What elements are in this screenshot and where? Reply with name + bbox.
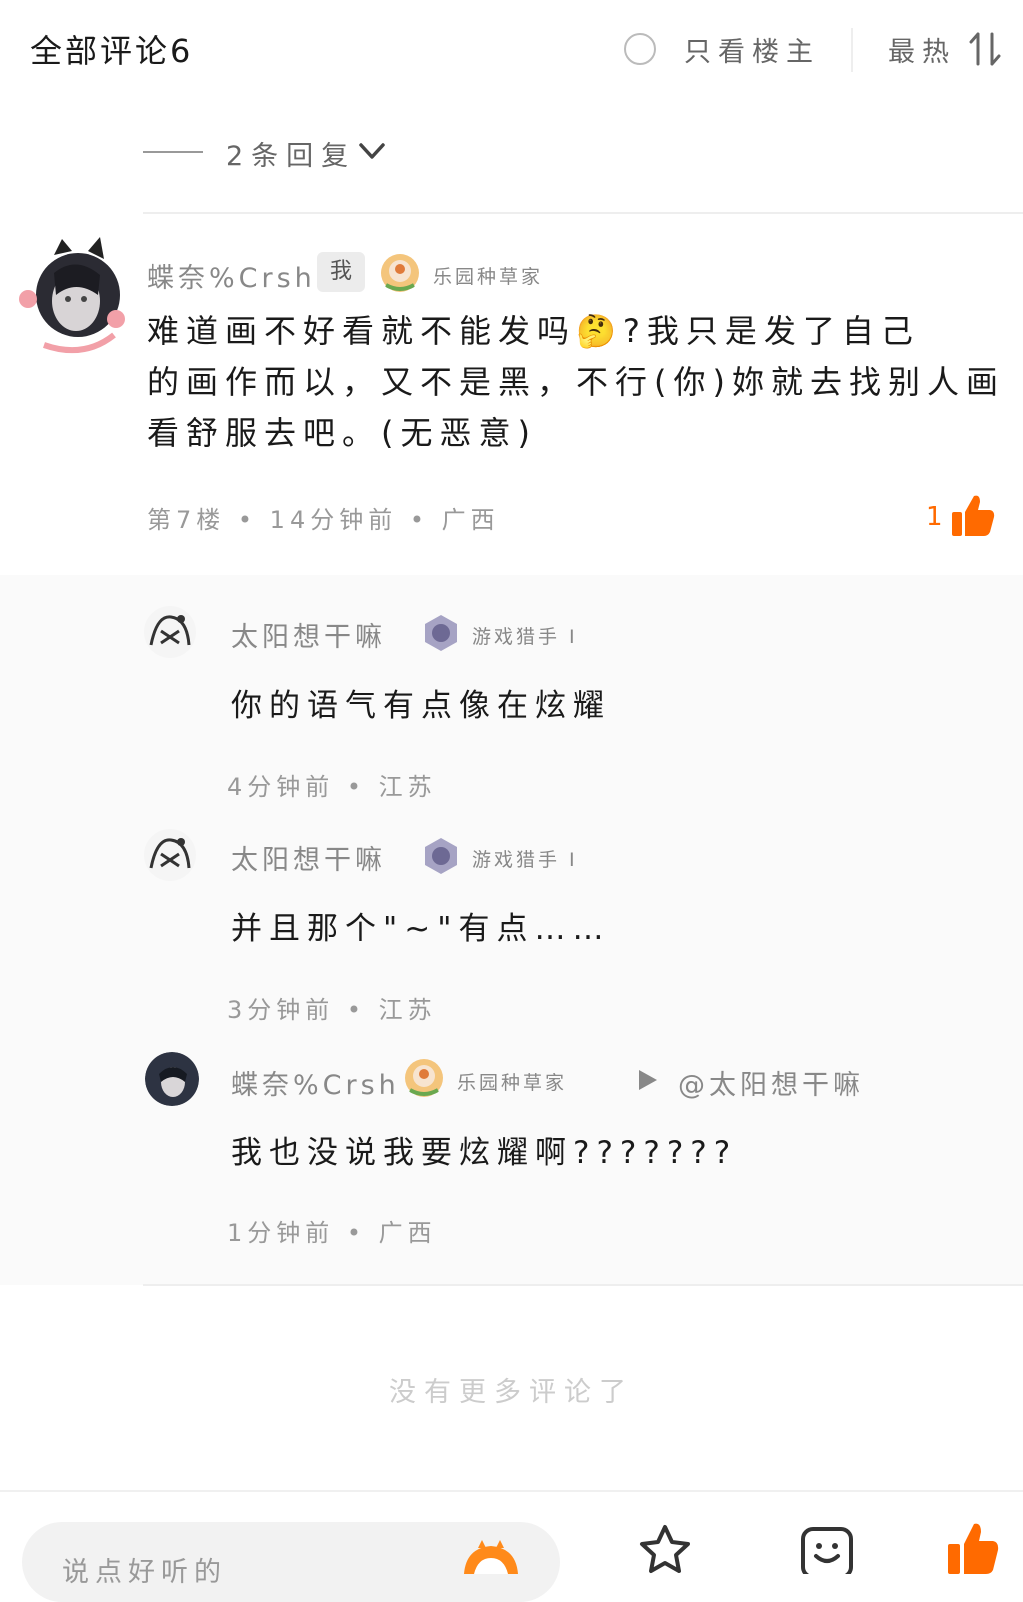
reply-meta: 1分钟前 • 广西 <box>227 1219 437 1247</box>
reply-avatar[interactable] <box>145 1052 199 1106</box>
comment-username[interactable]: 蝶奈%Crsh <box>147 256 316 295</box>
emoji-icon[interactable] <box>800 1526 854 1574</box>
divider <box>143 212 1023 214</box>
comment-meta: 第7楼 • 14分钟前 • 广西 <box>147 506 500 534</box>
comment-body-line: 看舒服去吧。(无恶意) <box>147 414 537 452</box>
reply-body: 并且那个"~"有点…… <box>231 911 611 947</box>
comment-body-line: 难道画不好看就不能发吗🤔?我只是发了自己 <box>147 312 920 350</box>
user-avatar[interactable] <box>14 235 126 355</box>
reply-meta: 4分钟前 • 江苏 <box>227 773 437 801</box>
medal-icon <box>381 254 419 292</box>
collapse-line <box>143 151 203 153</box>
chevron-down-icon[interactable] <box>358 140 386 162</box>
divider <box>143 1284 1023 1286</box>
reply-body: 你的语气有点像在炫耀 <box>231 688 611 724</box>
sort-icon[interactable] <box>968 32 1002 66</box>
medal-label: 乐园种草家 <box>457 1072 568 1094</box>
mascot-icon <box>464 1540 518 1574</box>
sort-label[interactable]: 最热 <box>888 30 956 69</box>
comment-body-line: 的画作而以，又不是黑，不行(你)妳就去找别人画 <box>147 363 1005 401</box>
medal-icon <box>425 838 457 874</box>
comments-title: 全部评论6 <box>30 32 194 70</box>
reply-username[interactable]: 太阳想干嘛 <box>231 615 386 654</box>
reply-meta: 3分钟前 • 江苏 <box>227 996 437 1024</box>
thumb-up-icon[interactable] <box>946 1520 1000 1574</box>
header-divider <box>851 28 853 72</box>
medal-icon <box>425 615 457 651</box>
like-count: 1 <box>926 502 943 532</box>
medal-label: 游戏猎手 I <box>472 626 578 648</box>
reply-body: 我也没说我要炫耀啊??????? <box>231 1135 738 1171</box>
only-owner-label[interactable]: 只看楼主 <box>684 30 820 69</box>
reply-username[interactable]: 太阳想干嘛 <box>231 838 386 877</box>
thumb-up-icon[interactable] <box>950 492 996 538</box>
me-badge: 我 <box>317 252 365 292</box>
collapse-replies-label[interactable]: 2条回复 <box>226 134 356 173</box>
medal-icon <box>405 1059 443 1097</box>
no-more-comments: 没有更多评论了 <box>389 1377 634 1408</box>
star-icon[interactable] <box>638 1524 692 1574</box>
reply-avatar[interactable] <box>143 828 197 882</box>
comment-input-placeholder: 说点好听的 <box>62 1557 227 1588</box>
only-owner-radio-icon[interactable] <box>624 33 656 65</box>
reply-username[interactable]: 蝶奈%Crsh <box>231 1063 400 1102</box>
play-icon <box>639 1070 657 1090</box>
medal-label: 游戏猎手 I <box>472 849 578 871</box>
reply-target-user[interactable]: @太阳想干嘛 <box>678 1063 864 1102</box>
reply-avatar[interactable] <box>143 605 197 659</box>
medal-label: 乐园种草家 <box>433 266 544 288</box>
